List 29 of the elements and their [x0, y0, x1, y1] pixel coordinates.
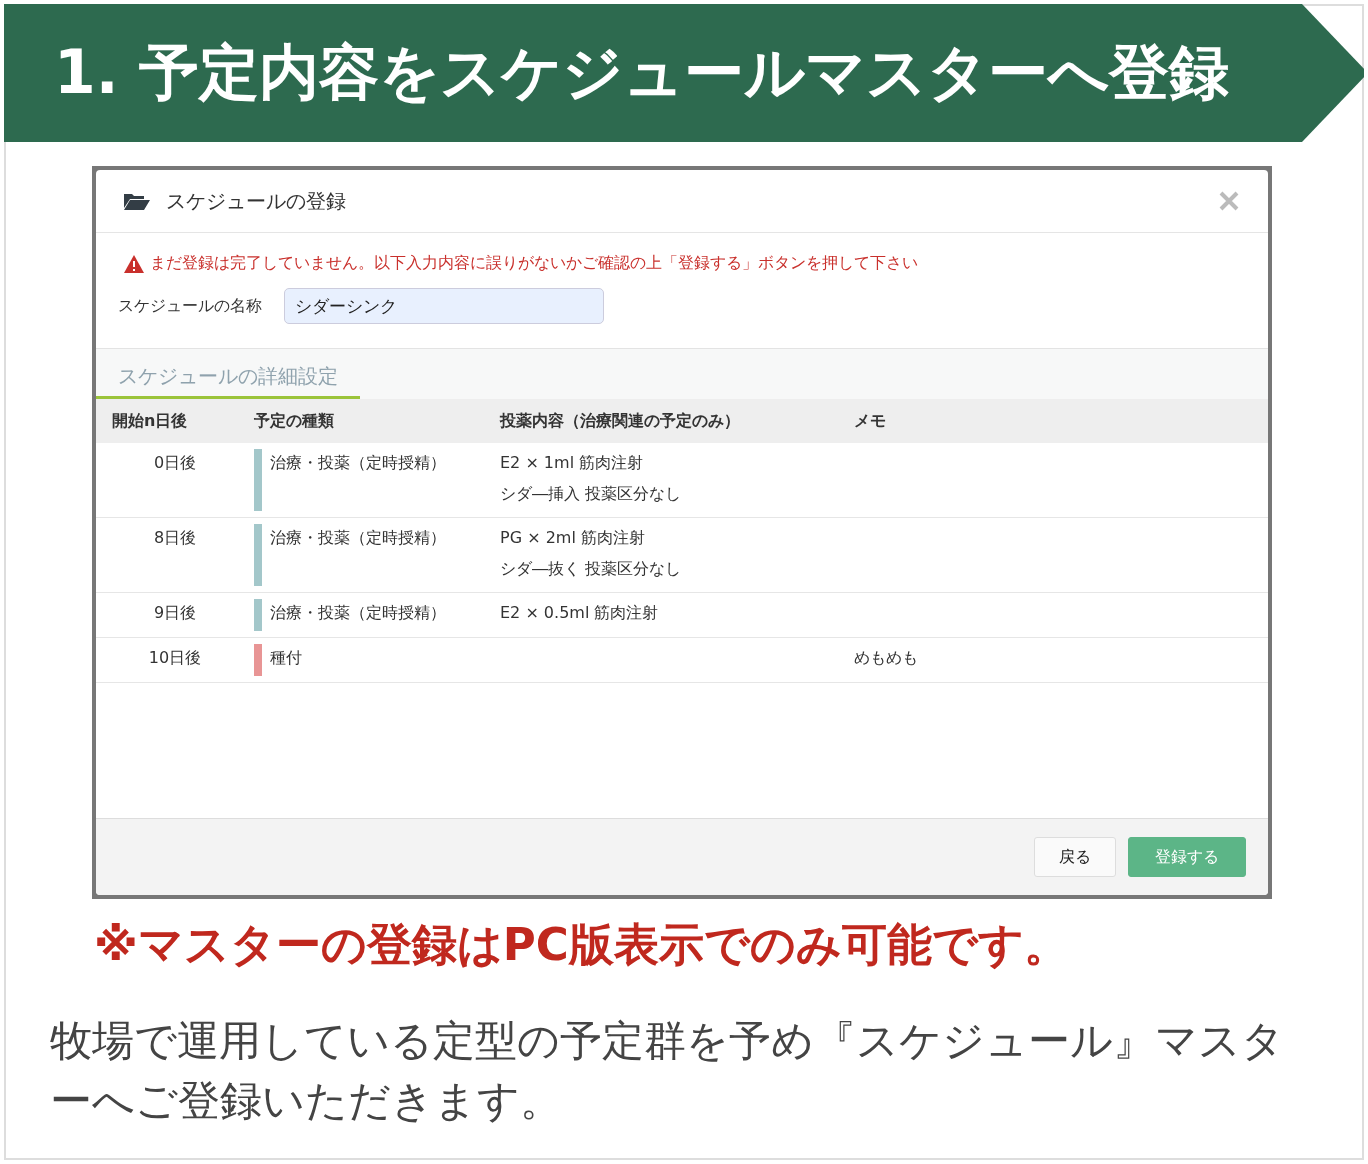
table-cell-text: 0日後 — [152, 452, 198, 474]
close-icon[interactable] — [1218, 190, 1240, 212]
table-cell-text: PG × 2ml 筋肉注射 — [500, 527, 646, 549]
table-cell-text: 9日後 — [152, 602, 198, 624]
table-cell-text: 8日後 — [152, 527, 198, 549]
table-cell-text: シダ―抜く 投薬区分なし — [500, 558, 683, 580]
folder-icon — [124, 192, 150, 210]
warning-icon — [124, 254, 144, 273]
table-cell-text: 種付 — [270, 647, 302, 669]
field-label: スケジュールの名称 — [118, 295, 262, 317]
table-cell-text: 治療・投薬（定時授精） — [270, 527, 446, 549]
name-field[interactable]: シダーシンク — [284, 288, 604, 324]
table-cell: めもめも — [854, 648, 918, 667]
table-cell-text: E2 × 1ml 筋肉注射 — [500, 452, 645, 474]
table-cell-text: シダ―挿入 投薬区分なし — [500, 483, 683, 505]
dialog-title: スケジュールの登録 — [166, 187, 346, 215]
table-cell-text: 治療・投薬（定時授精） — [270, 602, 446, 624]
column-header: 予定の種類 — [254, 410, 334, 430]
back-button[interactable]: 戻る — [1034, 837, 1116, 877]
column-header: 開始n日後 — [112, 410, 188, 430]
banner-title: 1. 予定内容をスケジュールマスターへ登録 — [54, 35, 1230, 109]
description-text: 牧場で運用している定型の予定群を予め『スケジュール』マスターへご登録いただきます。 — [50, 1015, 1285, 1127]
table-cell-text: 治療・投薬（定時授精） — [270, 452, 446, 474]
note-text: ※マスターの登録はPC版表示でのみ可能です。 — [94, 917, 1070, 973]
column-header: 投薬内容（治療関連の予定のみ） — [500, 410, 740, 430]
table-cell-text: 10日後 — [147, 647, 203, 669]
table-cell-text: E2 × 0.5ml 筋肉注射 — [500, 602, 660, 624]
warning-message: まだ登録は完了していません。以下入力内容に誤りがないかご確認の上「登録する」ボタンを押して下さい — [150, 253, 918, 274]
column-header: メモ — [854, 410, 886, 430]
